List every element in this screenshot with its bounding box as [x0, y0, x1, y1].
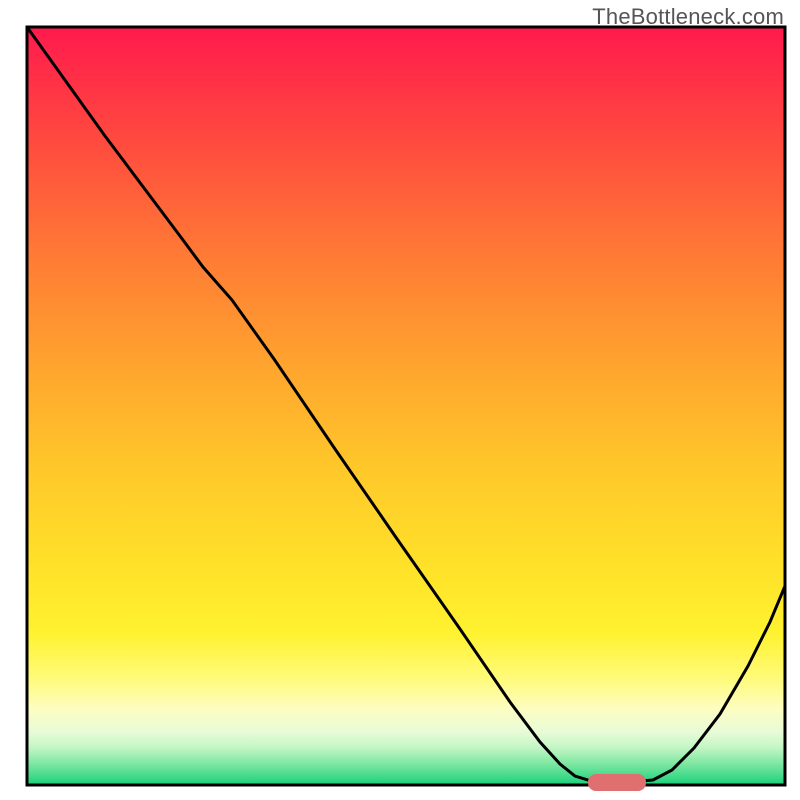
- optimal-range-marker: [588, 774, 646, 791]
- watermark-text: TheBottleneck.com: [592, 4, 784, 30]
- chart-svg: [0, 0, 800, 800]
- chart-root: TheBottleneck.com: [0, 0, 800, 800]
- plot-gradient-background: [27, 27, 785, 785]
